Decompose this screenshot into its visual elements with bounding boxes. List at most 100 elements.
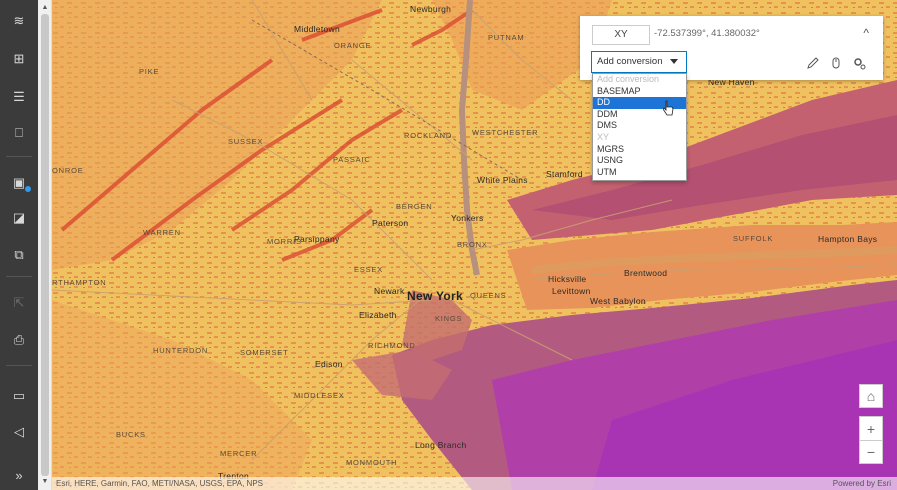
map-label: Levittown (552, 286, 591, 296)
map-label: MERCER (220, 449, 258, 458)
bookmark-button[interactable]: ⎕ (0, 118, 38, 148)
dropdown-option[interactable]: UTM (593, 167, 686, 179)
zoom-out-button[interactable]: − (859, 440, 883, 464)
app-sidebar: ≋ ⊞ ☰ ⎕ ▣ ◪ ⧉ ⇱ ⎙ ▭ ◁ » (0, 0, 38, 490)
layers-icon: ≋ (13, 13, 25, 28)
legend-button[interactable]: ☰ (0, 82, 38, 112)
save-icon: ▣ (12, 175, 26, 190)
map-label: WESTCHESTER (472, 128, 539, 137)
attribution-sources[interactable]: Esri, HERE, Garmin, FAO, METI/NASA, USGS… (56, 477, 263, 490)
map-label: Hicksville (548, 274, 587, 284)
map-label: White Plains (477, 175, 528, 185)
map-label: QUEENS (470, 291, 507, 300)
map-label: SUSSEX (228, 137, 264, 146)
dropdown-option[interactable]: DMS (593, 120, 686, 132)
map-label: BRONX (457, 240, 488, 249)
scroll-thumb[interactable] (41, 14, 49, 476)
map-label: Long Branch (415, 440, 467, 450)
copy-icon: ⧉ (14, 247, 24, 262)
conversion-dropdown-list: Add conversion BASEMAP DD DDM DMS XY MGR… (592, 73, 687, 181)
save-button[interactable]: ▣ (0, 168, 38, 198)
map-label: ORANGE (334, 41, 372, 50)
map-label: ONROE (52, 166, 84, 175)
expand-sidebar-button[interactable]: » (0, 460, 38, 490)
map-label: Newburgh (410, 4, 452, 14)
home-button[interactable]: ⌂ (859, 384, 883, 408)
sidebar-divider (6, 276, 32, 277)
mouse-cursor-icon (663, 100, 674, 116)
plus-icon: + (866, 420, 876, 437)
mouse-icon[interactable] (829, 56, 843, 70)
home-icon: ⌂ (866, 388, 876, 404)
expand-icon: » (15, 467, 23, 483)
chevron-down-icon (670, 59, 678, 64)
scroll-down-icon[interactable]: ▼ (38, 476, 52, 488)
map-label: MONMOUTH (346, 458, 398, 467)
add-conversion-value: Add conversion (597, 56, 663, 67)
format-xy-button[interactable]: XY (592, 25, 650, 45)
map-label: WARREN (143, 228, 181, 237)
map-label: BUCKS (116, 430, 146, 439)
dropdown-option: XY (597, 131, 610, 142)
map-label: MIDDLESEX (294, 391, 345, 400)
map-label: PASSAIC (333, 155, 371, 164)
map-label: Edison (315, 359, 343, 369)
print-icon: ⎙ (13, 332, 25, 347)
print-button[interactable]: ⎙ (0, 325, 38, 355)
map-label: Hampton Bays (818, 234, 878, 244)
chart-icon: ◪ (12, 210, 26, 225)
map-label: Parsippany (294, 234, 340, 244)
add-conversion-select[interactable]: Add conversion (591, 51, 687, 73)
attribution-bar: Esri, HERE, Garmin, FAO, METI/NASA, USGS… (52, 477, 897, 490)
map-label: PIKE (139, 67, 160, 76)
comment-button[interactable]: ▭ (0, 381, 38, 411)
map-label: RTHAMPTON (52, 278, 107, 287)
collapse-icon[interactable]: ^ (863, 26, 869, 40)
basemap-gallery-icon: ⊞ (13, 51, 25, 66)
bookmark-icon: ⎕ (15, 125, 23, 140)
map-label: HUNTERDON (153, 346, 209, 355)
scroll-up-icon[interactable]: ▲ (38, 2, 52, 14)
map-label: SOMERSET (240, 348, 289, 357)
map-label: KINGS (435, 314, 463, 323)
layers-button[interactable]: ≋ (0, 6, 38, 36)
map-label: PUTNAM (488, 33, 525, 42)
legend-icon: ☰ (13, 89, 25, 104)
copy-button[interactable]: ⧉ (0, 240, 38, 270)
settings-icon[interactable] (852, 56, 866, 70)
map-label: ESSEX (354, 265, 384, 274)
share-icon: ⇱ (13, 295, 25, 310)
chart-button[interactable]: ◪ (0, 203, 38, 233)
sidebar-divider (6, 365, 32, 366)
announcement-icon: ◁ (14, 424, 24, 439)
basemap-gallery-button[interactable]: ⊞ (0, 44, 38, 74)
map-label: Paterson (372, 218, 409, 228)
powered-by[interactable]: Powered by Esri (833, 477, 891, 490)
zoom-in-button[interactable]: + (859, 416, 883, 440)
map-label-new-york: New York (407, 289, 463, 303)
dropdown-option: Add conversion (597, 74, 660, 84)
map-label: SUFFOLK (733, 234, 774, 243)
share-button[interactable]: ⇱ (0, 288, 38, 318)
map-label: Brentwood (624, 268, 668, 278)
pencil-icon[interactable] (806, 56, 820, 70)
minus-icon: − (866, 444, 876, 460)
map-label: Middletown (294, 24, 340, 34)
map-label: BERGEN (396, 202, 433, 211)
sidebar-divider (6, 156, 32, 157)
map-label: Yonkers (451, 213, 484, 223)
notification-dot (25, 186, 31, 192)
dropdown-option[interactable]: BASEMAP (593, 86, 686, 98)
dropdown-option[interactable]: MGRS (593, 144, 686, 156)
map-label: Stamford (546, 169, 583, 179)
announcement-button[interactable]: ◁ (0, 417, 38, 447)
vertical-scrollbar[interactable]: ▲ ▼ (38, 0, 52, 490)
map-label: RICHMOND (368, 341, 416, 350)
comment-icon: ▭ (12, 388, 26, 403)
coordinate-readout: -72.537399°, 41.380032° (654, 28, 760, 39)
map-label: West Babylon (590, 296, 646, 306)
map-label: Newark (374, 286, 405, 296)
dropdown-option[interactable]: USNG (593, 155, 686, 167)
map-label: ROCKLAND (404, 131, 453, 140)
map-label: Elizabeth (359, 310, 397, 320)
